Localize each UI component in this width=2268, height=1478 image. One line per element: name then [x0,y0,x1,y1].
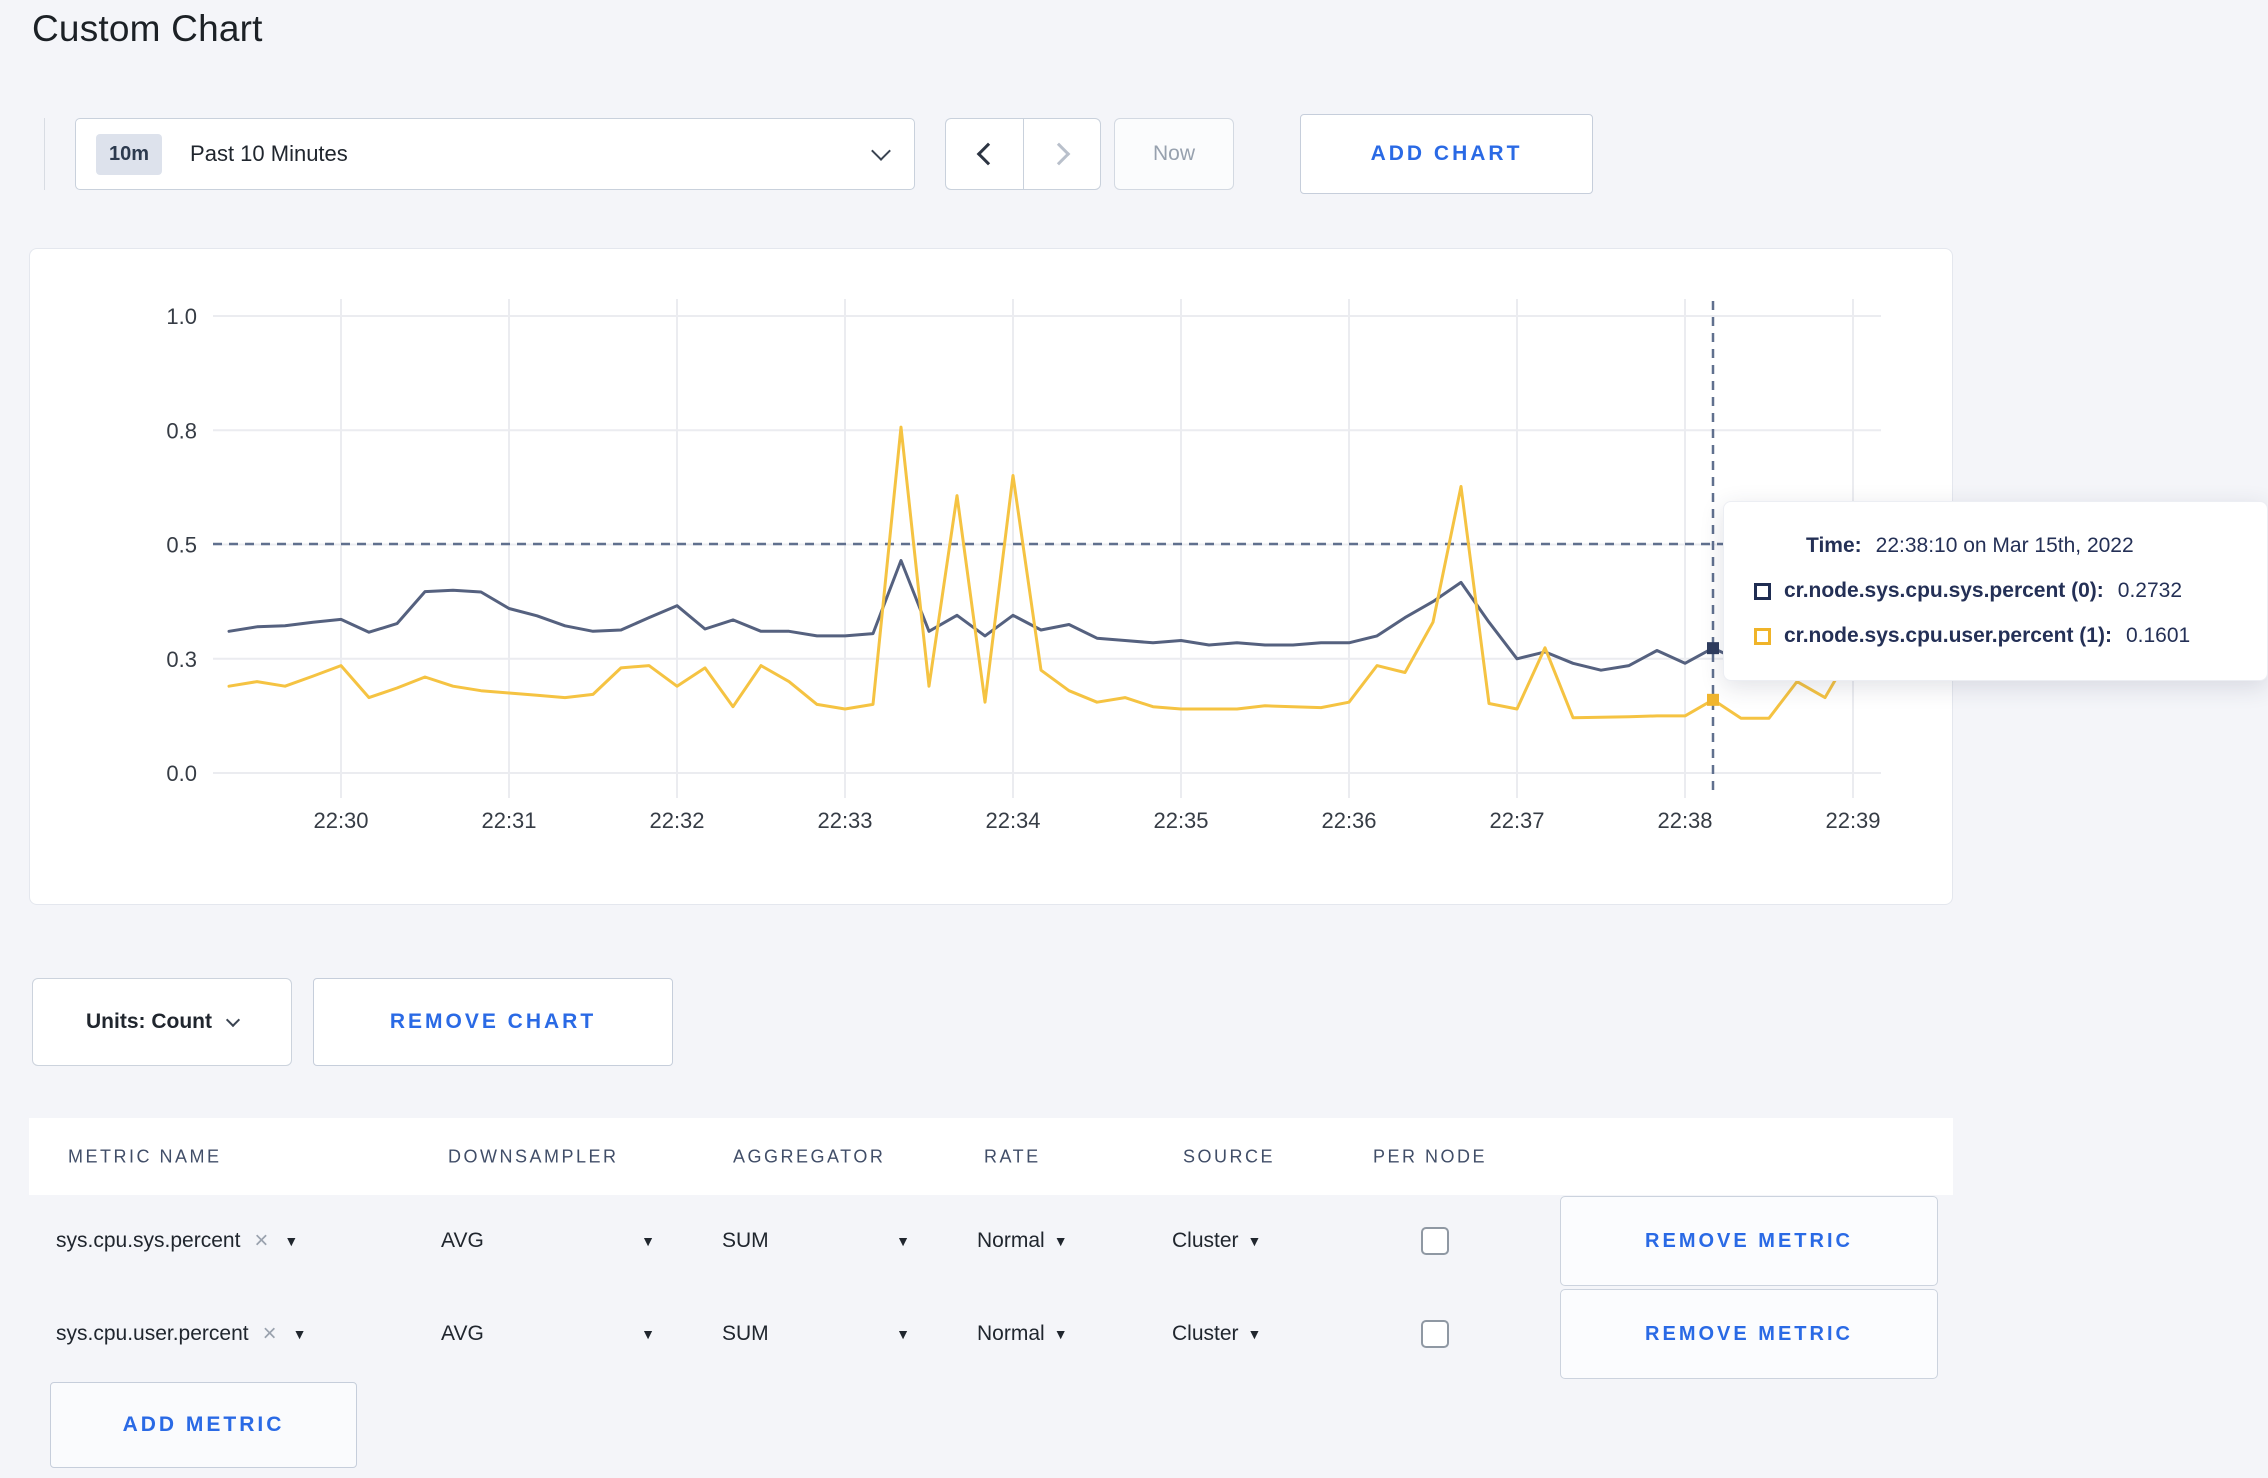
tooltip-series-row: cr.node.sys.cpu.user.percent (1): 0.1601 [1754,624,2267,648]
chevron-down-icon [225,1012,241,1028]
svg-text:0.5: 0.5 [166,533,197,558]
svg-text:22:35: 22:35 [1153,808,1208,833]
svg-text:22:33: 22:33 [817,808,872,833]
chevron-right-icon [1047,142,1071,166]
svg-text:22:31: 22:31 [481,808,536,833]
metric-name-value: sys.cpu.sys.percent [56,1229,241,1252]
tooltip-series-value: 0.1601 [2125,624,2191,647]
add-chart-button[interactable]: ADD CHART [1300,114,1593,194]
metrics-table-header: METRIC NAME DOWNSAMPLER AGGREGATOR RATE … [29,1118,1953,1195]
svg-text:22:38: 22:38 [1657,808,1712,833]
metric-name-select[interactable]: sys.cpu.user.percent × ▼ [56,1320,306,1348]
rate-select[interactable]: Normal ▼ [977,1322,1068,1346]
rate-value: Normal [977,1229,1045,1252]
chevron-left-icon [976,142,999,166]
timeseries-chart[interactable]: 0.0 0.3 0.5 0.8 1.0 22:30 22:31 22:32 22:33 22:34… [30,249,1952,904]
svg-text:1.0: 1.0 [166,304,197,329]
table-row: sys.cpu.user.percent × ▼ AVG ▼ SUM ▼ Nor… [29,1289,1953,1379]
remove-metric-button[interactable]: REMOVE METRIC [1560,1289,1938,1379]
clear-metric-icon[interactable]: × [263,1320,277,1348]
source-select[interactable]: Cluster ▼ [1172,1229,1261,1253]
svg-text:22:34: 22:34 [985,808,1040,833]
col-header-rate: RATE [984,1146,1041,1166]
svg-text:22:36: 22:36 [1321,808,1376,833]
svg-text:22:39: 22:39 [1825,808,1880,833]
rate-select[interactable]: Normal ▼ [977,1229,1068,1253]
caret-down-icon: ▼ [1247,1326,1262,1342]
downsampler-value: AVG [441,1229,484,1252]
time-range-label: Past 10 Minutes [190,141,348,166]
add-metric-button[interactable]: ADD METRIC [50,1382,357,1468]
svg-text:0.8: 0.8 [166,418,197,443]
source-select[interactable]: Cluster ▼ [1172,1322,1261,1346]
caret-down-icon: ▼ [284,1233,299,1249]
caret-down-icon: ▼ [896,1326,910,1342]
caret-down-icon: ▼ [641,1326,655,1342]
clear-metric-icon[interactable]: × [254,1227,268,1255]
caret-down-icon: ▼ [1053,1233,1068,1249]
metric-name-value: sys.cpu.user.percent [56,1322,249,1345]
remove-chart-button[interactable]: REMOVE CHART [313,978,673,1066]
svg-text:0.3: 0.3 [166,647,197,672]
source-value: Cluster [1172,1229,1239,1252]
rate-value: Normal [977,1322,1045,1345]
sys-series-swatch-icon [1754,582,1771,600]
controls-divider [44,118,45,190]
col-header-downsampler: DOWNSAMPLER [448,1146,619,1166]
time-range-badge: 10m [96,133,163,175]
aggregator-value: SUM [722,1322,769,1345]
tooltip-time-row: Time: 22:38:10 on Mar 15th, 2022 [1806,534,2267,558]
units-label: Units: Count [86,1010,212,1033]
metric-name-select[interactable]: sys.cpu.sys.percent × ▼ [56,1227,298,1255]
aggregator-value: SUM [722,1229,769,1252]
svg-text:0.0: 0.0 [166,761,197,786]
tooltip-series-name: cr.node.sys.cpu.user.percent (1): [1784,624,2112,647]
prev-interval-button[interactable] [945,118,1023,190]
downsampler-select[interactable]: AVG ▼ [441,1322,655,1346]
table-row: sys.cpu.sys.percent × ▼ AVG ▼ SUM ▼ Norm… [29,1196,1953,1286]
caret-down-icon: ▼ [641,1233,655,1249]
time-step-controls [945,118,1101,190]
svg-text:22:30: 22:30 [313,808,368,833]
tooltip-time-key: Time: [1806,534,1862,557]
chart-tooltip: Time: 22:38:10 on Mar 15th, 2022 cr.node.… [1723,501,2268,681]
user-series-swatch-icon [1754,627,1771,645]
tooltip-series-name: cr.node.sys.cpu.sys.percent (0): [1784,579,2104,602]
now-button[interactable]: Now [1114,118,1234,190]
caret-down-icon: ▼ [1247,1233,1262,1249]
caret-down-icon: ▼ [896,1233,910,1249]
time-range-dropdown[interactable]: 10m Past 10 Minutes [75,118,915,190]
downsampler-select[interactable]: AVG ▼ [441,1229,655,1253]
svg-text:22:37: 22:37 [1489,808,1544,833]
col-header-metric-name: METRIC NAME [68,1146,222,1166]
aggregator-select[interactable]: SUM ▼ [722,1322,910,1346]
remove-metric-button[interactable]: REMOVE METRIC [1560,1196,1938,1286]
col-header-per-node: PER NODE [1373,1146,1488,1166]
caret-down-icon: ▼ [292,1326,307,1342]
col-header-aggregator: AGGREGATOR [733,1146,886,1166]
svg-text:22:32: 22:32 [649,808,704,833]
downsampler-value: AVG [441,1322,484,1345]
caret-down-icon: ▼ [1053,1326,1068,1342]
per-node-checkbox[interactable] [1421,1320,1449,1348]
per-node-checkbox[interactable] [1421,1227,1449,1255]
tooltip-time-value: 22:38:10 on Mar 15th, 2022 [1875,534,2134,557]
tooltip-series-row: cr.node.sys.cpu.sys.percent (0): 0.2732 [1754,579,2267,603]
tooltip-series-value: 0.2732 [2117,579,2183,602]
chevron-down-icon [871,140,891,161]
col-header-source: SOURCE [1183,1146,1276,1166]
chart-card: 0.0 0.3 0.5 0.8 1.0 22:30 22:31 22:32 22:33 22:34… [29,248,2268,905]
units-dropdown[interactable]: Units: Count [32,978,292,1066]
source-value: Cluster [1172,1322,1239,1345]
aggregator-select[interactable]: SUM ▼ [722,1229,910,1253]
next-interval-button[interactable] [1023,118,1101,190]
page-title: Custom Chart [32,8,263,49]
